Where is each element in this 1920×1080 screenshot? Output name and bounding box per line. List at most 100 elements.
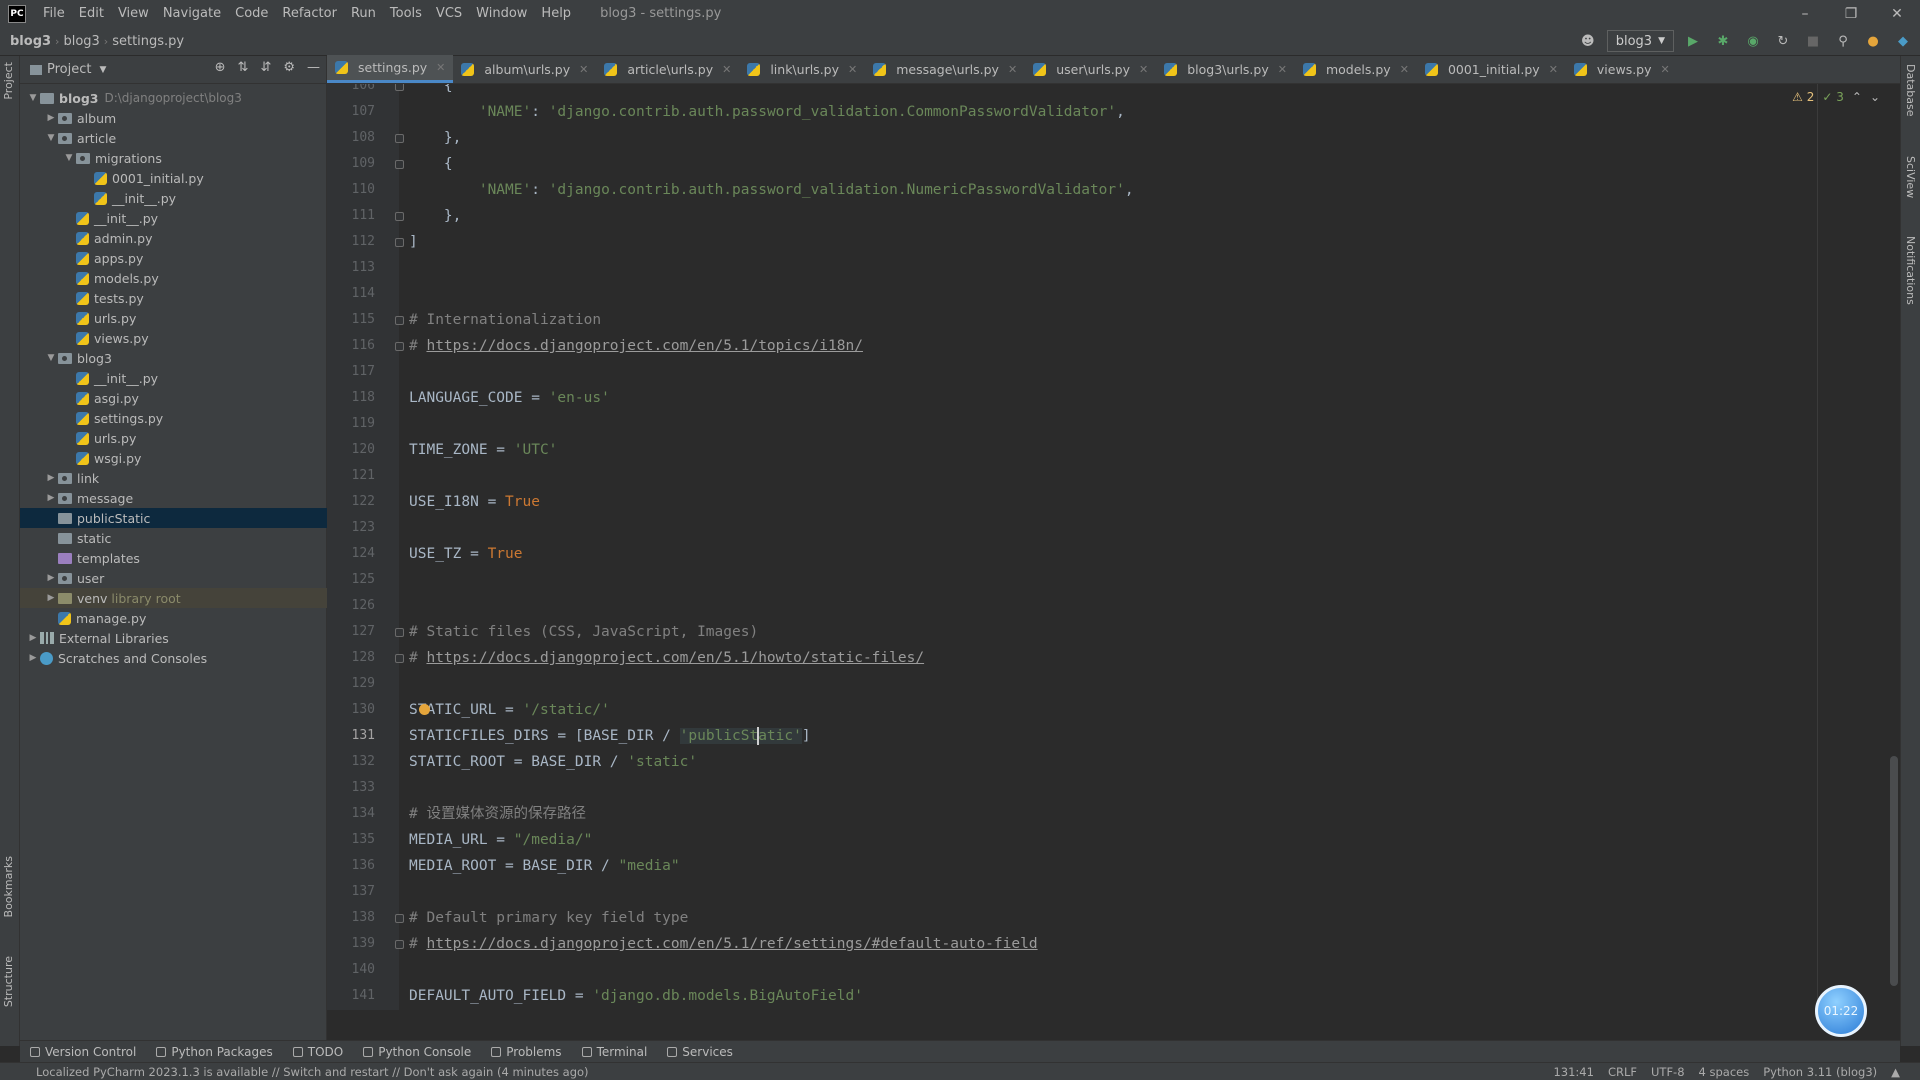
- tree-item[interactable]: __init__.py: [20, 188, 327, 208]
- close-icon[interactable]: ✕: [1549, 63, 1558, 76]
- tree-item[interactable]: asgi.py: [20, 388, 327, 408]
- code-editor[interactable]: 106 107 108 109 110 111 112 113 114 115 116 117 118 1…: [327, 84, 1900, 1010]
- menu-edit[interactable]: Edit: [72, 0, 111, 27]
- fold-marker-icon[interactable]: [395, 212, 404, 221]
- code-line[interactable]: 'NAME': 'django.contrib.auth.password_va…: [409, 177, 1134, 203]
- tree-item[interactable]: ▶ message: [20, 488, 327, 508]
- fold-marker-icon[interactable]: [395, 160, 404, 169]
- tree-item[interactable]: 0001_initial.py: [20, 168, 327, 188]
- close-icon[interactable]: ✕: [1008, 63, 1017, 76]
- breadcrumb-package[interactable]: blog3: [59, 34, 103, 49]
- project-tool-tab[interactable]: Project: [2, 62, 15, 100]
- chevron-right-icon[interactable]: ▶: [44, 573, 58, 583]
- tree-item[interactable]: wsgi.py: [20, 448, 327, 468]
- lock-icon[interactable]: ▲: [1891, 1065, 1900, 1079]
- restore-icon[interactable]: ❐: [1828, 0, 1874, 27]
- tool-window-problems[interactable]: Problems: [481, 1045, 571, 1059]
- tool-window-python-packages[interactable]: Python Packages: [146, 1045, 282, 1059]
- chevron-right-icon[interactable]: ▶: [26, 653, 40, 663]
- code-line[interactable]: {: [409, 84, 453, 99]
- tree-item[interactable]: ▼ blog3: [20, 348, 327, 368]
- code-line[interactable]: STATICFILES_DIRS = [BASE_DIR / 'publicSt…: [409, 723, 811, 749]
- stop-icon[interactable]: ■: [1802, 30, 1824, 52]
- scrollbar-thumb[interactable]: [1890, 756, 1898, 986]
- minimize-icon[interactable]: –: [1782, 0, 1828, 27]
- run-icon[interactable]: ▶: [1682, 30, 1704, 52]
- tree-item[interactable]: ▶ album: [20, 108, 327, 128]
- tree-item[interactable]: ▼ blog3 D:\djangoproject\blog3: [20, 88, 327, 108]
- code-line[interactable]: MEDIA_URL = "/media/": [409, 827, 592, 853]
- fold-marker-icon[interactable]: [395, 84, 404, 91]
- code-line[interactable]: 'NAME': 'django.contrib.auth.password_va…: [409, 99, 1125, 125]
- user-icon[interactable]: ☻: [1577, 30, 1599, 52]
- code-line[interactable]: # 设置媒体资源的保存路径: [409, 801, 586, 827]
- menu-tools[interactable]: Tools: [383, 0, 429, 27]
- debug-icon[interactable]: ✱: [1712, 30, 1734, 52]
- expand-all-icon[interactable]: ⇅: [238, 60, 249, 75]
- fold-marker-icon[interactable]: [395, 134, 404, 143]
- profile-icon[interactable]: ↻: [1772, 30, 1794, 52]
- fold-marker-icon[interactable]: [395, 914, 404, 923]
- tree-item[interactable]: templates: [20, 548, 327, 568]
- code-line[interactable]: # https://docs.djangoproject.com/en/5.1/…: [409, 645, 924, 671]
- editor-tab[interactable]: user\urls.py ✕: [1025, 55, 1156, 83]
- menu-window[interactable]: Window: [469, 0, 534, 27]
- line-separator[interactable]: CRLF: [1608, 1065, 1637, 1079]
- code-line[interactable]: USE_I18N = True: [409, 489, 540, 515]
- python-interpreter[interactable]: Python 3.11 (blog3): [1763, 1065, 1877, 1079]
- inspection-widget[interactable]: ⚠ 2 ✓ 3 ⌃ ⌄: [1792, 90, 1880, 104]
- gear-icon[interactable]: ⚙: [283, 60, 295, 75]
- chevron-right-icon[interactable]: ▶: [44, 493, 58, 503]
- notifications-tool-tab[interactable]: Notifications: [1904, 236, 1917, 305]
- tree-item[interactable]: ▼ article: [20, 128, 327, 148]
- tree-item[interactable]: ▶ Scratches and Consoles: [20, 648, 327, 668]
- intention-bulb-icon[interactable]: [419, 704, 430, 715]
- tool-window-services[interactable]: Services: [657, 1045, 743, 1059]
- tree-item[interactable]: views.py: [20, 328, 327, 348]
- tree-item[interactable]: __init__.py: [20, 208, 327, 228]
- breadcrumb-project[interactable]: blog3: [0, 34, 55, 49]
- code-line[interactable]: # Static files (CSS, JavaScript, Images): [409, 619, 758, 645]
- menu-code[interactable]: Code: [228, 0, 275, 27]
- fold-marker-icon[interactable]: [395, 654, 404, 663]
- fold-marker-icon[interactable]: [395, 342, 404, 351]
- close-icon[interactable]: ✕: [579, 63, 588, 76]
- editor-tab[interactable]: blog3\urls.py ✕: [1156, 55, 1295, 83]
- code-line[interactable]: USE_TZ = True: [409, 541, 523, 567]
- code-line[interactable]: # Internationalization: [409, 307, 601, 333]
- tree-item[interactable]: static: [20, 528, 327, 548]
- breadcrumb-file[interactable]: settings.py: [108, 34, 188, 49]
- close-icon[interactable]: ✕: [1661, 63, 1670, 76]
- code-line[interactable]: # https://docs.djangoproject.com/en/5.1/…: [409, 333, 863, 359]
- menu-file[interactable]: File: [36, 0, 72, 27]
- editor-tab[interactable]: models.py ✕: [1295, 55, 1417, 83]
- update-icon[interactable]: ●: [1862, 30, 1884, 52]
- chevron-right-icon[interactable]: ▶: [26, 633, 40, 643]
- menu-help[interactable]: Help: [534, 0, 578, 27]
- editor-tab[interactable]: album\urls.py ✕: [453, 55, 596, 83]
- caret-position[interactable]: 131:41: [1553, 1065, 1593, 1079]
- close-icon[interactable]: ✕: [1874, 0, 1920, 27]
- tool-window-todo[interactable]: TODO: [283, 1045, 353, 1059]
- editor-tab[interactable]: link\urls.py ✕: [739, 55, 865, 83]
- locate-icon[interactable]: ⊕: [215, 60, 226, 75]
- editor-tab[interactable]: article\urls.py ✕: [596, 55, 739, 83]
- tree-item[interactable]: ▶ venv library root: [20, 588, 327, 608]
- code-line[interactable]: STATIC_ROOT = BASE_DIR / 'static': [409, 749, 697, 775]
- project-view-select[interactable]: Project: [47, 62, 91, 77]
- close-icon[interactable]: ✕: [1278, 63, 1287, 76]
- chevron-down-icon[interactable]: ▼: [44, 133, 58, 143]
- menu-run[interactable]: Run: [344, 0, 383, 27]
- tree-item[interactable]: models.py: [20, 268, 327, 288]
- tree-item[interactable]: publicStatic: [20, 508, 327, 528]
- code-line[interactable]: ]: [409, 229, 418, 255]
- code-line[interactable]: STATIC_URL = '/static/': [409, 697, 610, 723]
- menu-vcs[interactable]: VCS: [429, 0, 469, 27]
- chevron-right-icon[interactable]: ▶: [44, 473, 58, 483]
- hide-icon[interactable]: —: [307, 60, 320, 75]
- code-line[interactable]: LANGUAGE_CODE = 'en-us': [409, 385, 610, 411]
- database-tool-tab[interactable]: Database: [1904, 64, 1917, 117]
- collapse-all-icon[interactable]: ⇵: [260, 60, 271, 75]
- close-icon[interactable]: ✕: [1139, 63, 1148, 76]
- search-icon[interactable]: ⚲: [1832, 30, 1854, 52]
